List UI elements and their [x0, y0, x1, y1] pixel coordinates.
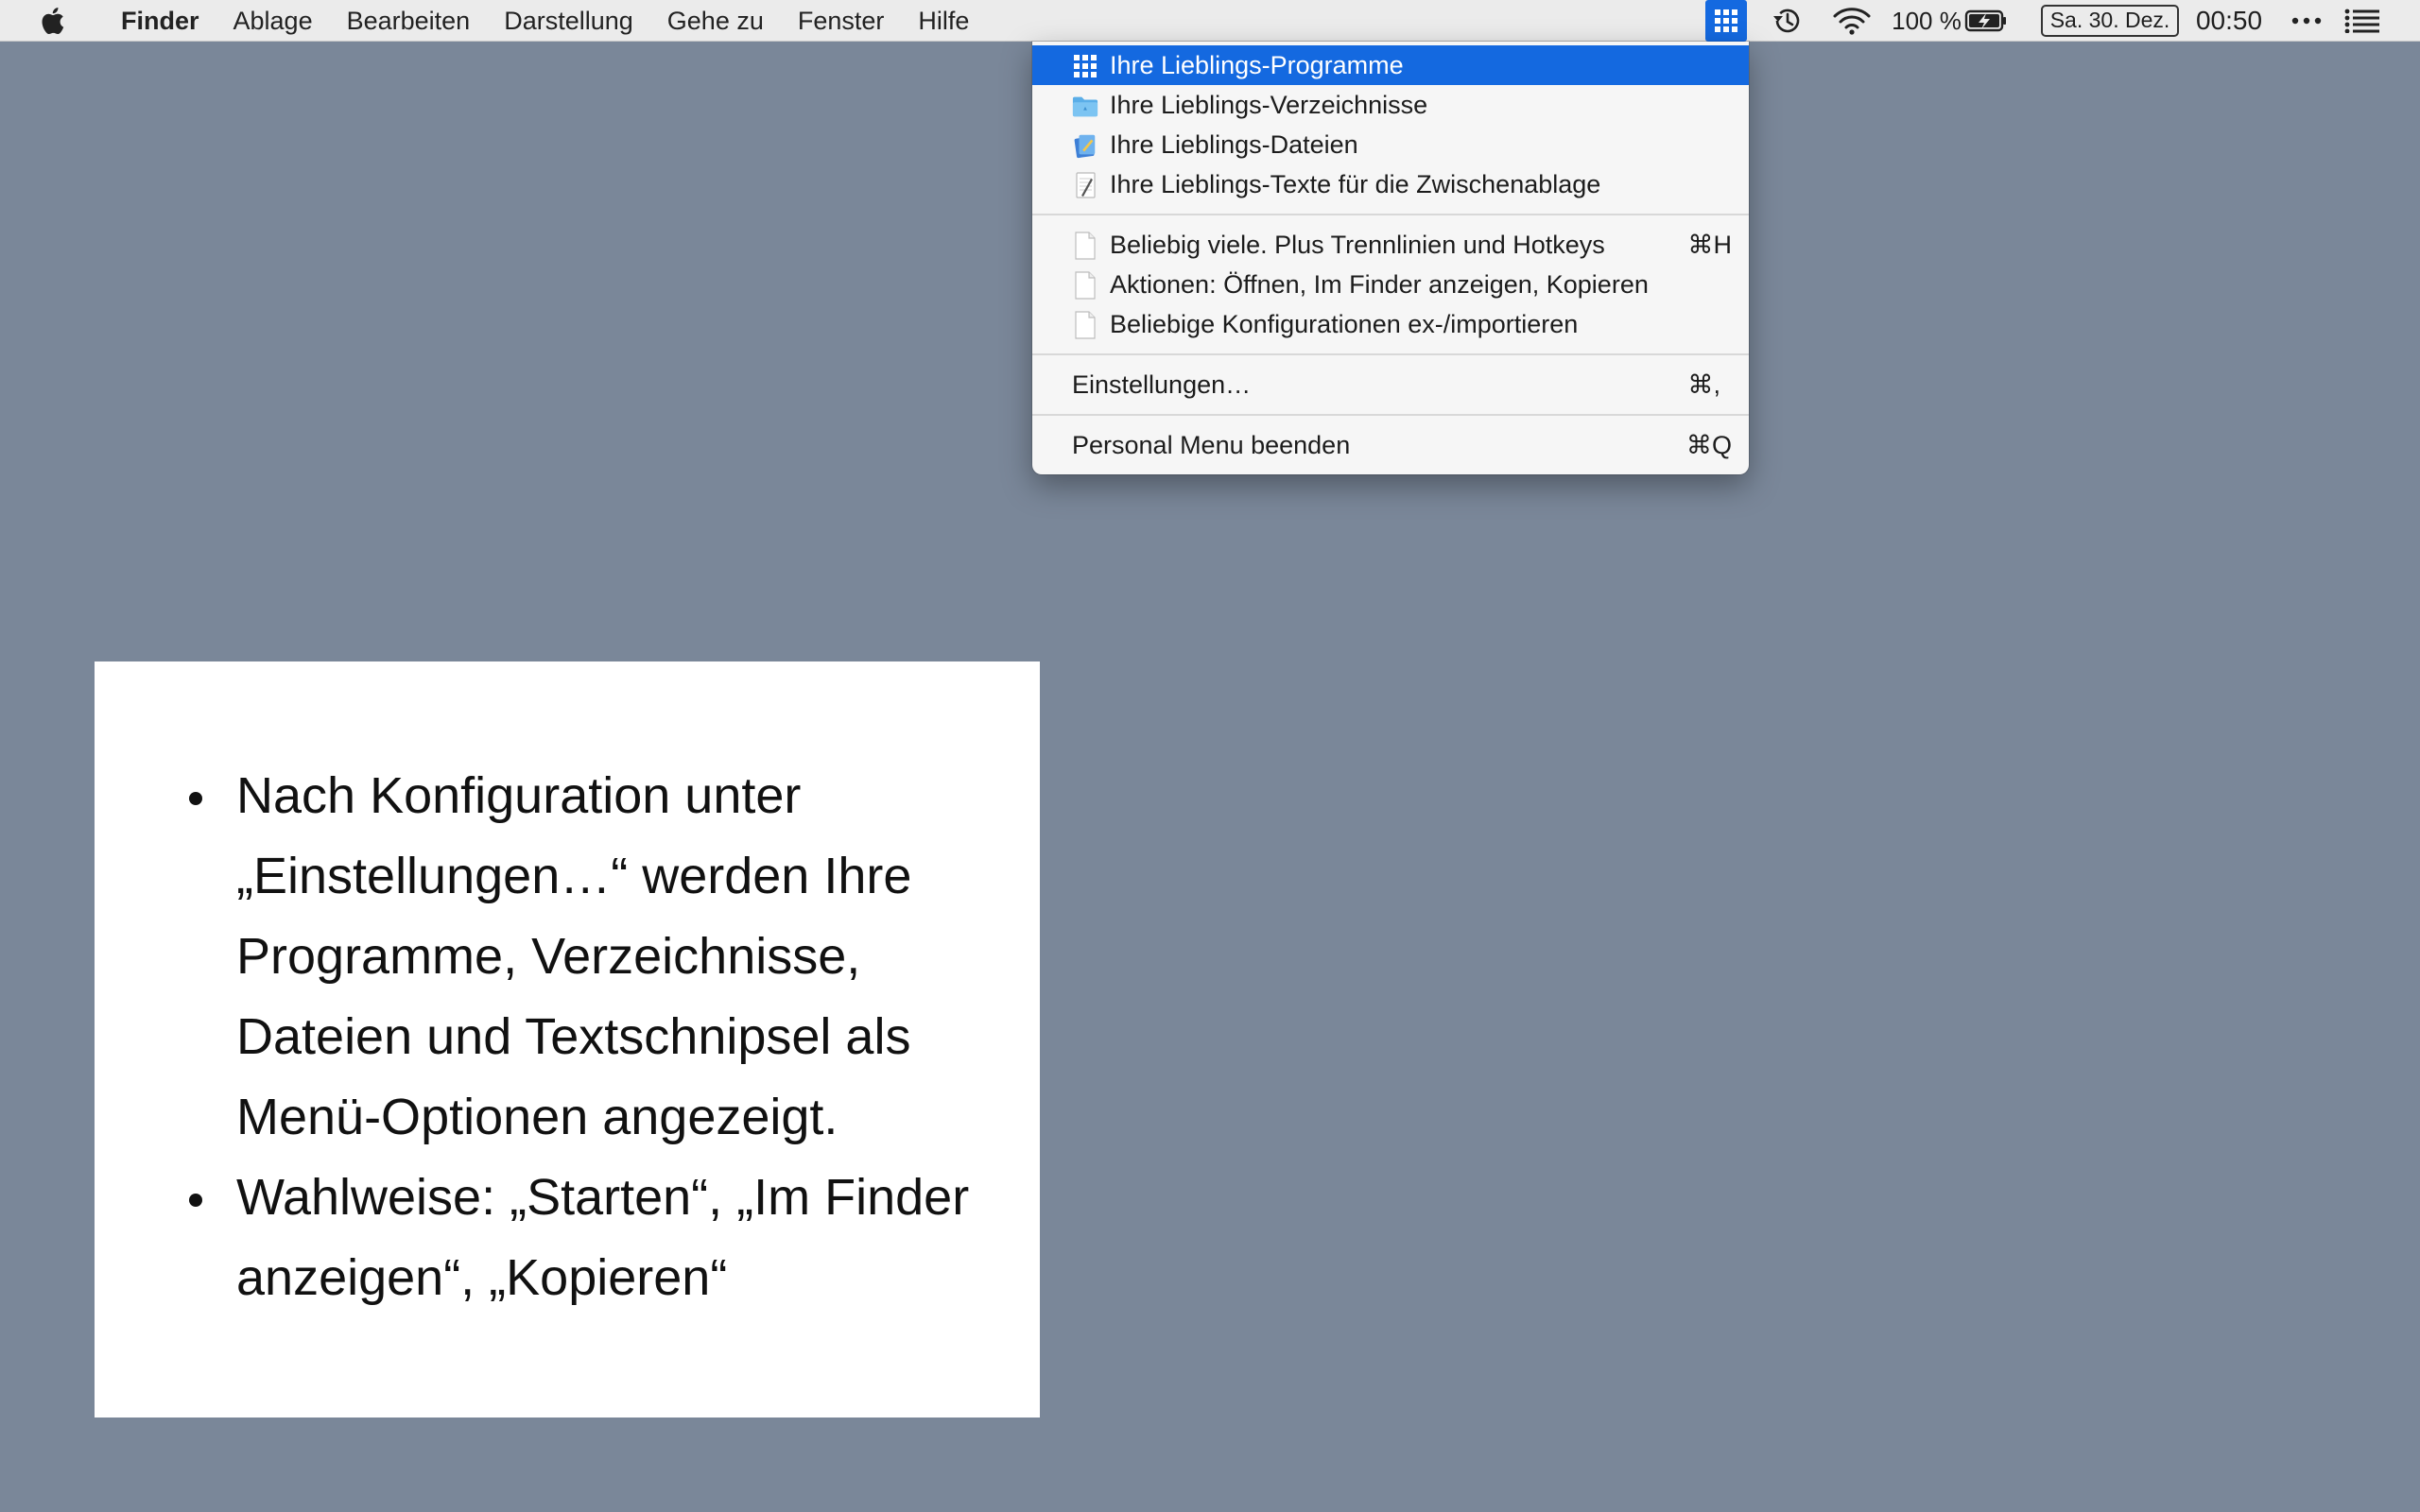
feature-list: Nach Konfiguration unter „Einstellungen…… [189, 756, 1021, 1318]
menu-item-beenden[interactable]: Personal Menu beenden ⌘Q [1032, 425, 1749, 465]
menu-item-label: Beliebige Konfigurationen ex-/importiere… [1110, 309, 1579, 338]
menu-item-lieblings-programme[interactable]: Ihre Lieblings-Programme [1032, 45, 1749, 85]
battery-charging-icon[interactable] [1962, 0, 2010, 42]
menu-item-konfigurationen[interactable]: Beliebige Konfigurationen ex-/importiere… [1032, 304, 1749, 344]
menu-item-label: Beliebig viele. Plus Trennlinien und Hot… [1110, 230, 1605, 259]
menu-finder[interactable]: Finder [104, 0, 216, 42]
battery-percent[interactable]: 100 % [1891, 0, 1962, 42]
feature-bullet: Wahlweise: „Starten“, „Im Finder anzeige… [189, 1158, 1021, 1318]
feature-text: Wahlweise: „Starten“, „Im Finder anzeige… [236, 1169, 970, 1306]
menu-hilfe[interactable]: Hilfe [901, 0, 986, 42]
bullet-dot [189, 1194, 202, 1207]
menu-item-shortcut: ⌘H [1687, 230, 1733, 259]
menu-separator [1032, 414, 1749, 416]
grid-icon [1072, 53, 1098, 79]
file-icon [1072, 271, 1098, 300]
ellipsis-icon[interactable] [2286, 0, 2327, 42]
menu-item-lieblings-texte[interactable]: Ihre Lieblings-Texte für die Zwischenabl… [1032, 164, 1749, 204]
file-icon [1072, 232, 1098, 260]
clock[interactable]: 00:50 [2189, 0, 2269, 42]
menu-bearbeiten[interactable]: Bearbeiten [330, 0, 488, 42]
folder-icon [1072, 93, 1098, 119]
apple-logo-icon[interactable] [0, 0, 104, 42]
menu-item-label: Ihre Lieblings-Texte für die Zwischenabl… [1110, 169, 1601, 198]
feature-text: Nach Konfiguration unter „Einstellungen…… [236, 767, 912, 1145]
menu-item-lieblings-dateien[interactable]: Ihre Lieblings-Dateien [1032, 125, 1749, 164]
grid-icon [1715, 9, 1737, 32]
date-display[interactable]: Sa. 30. Dez. [2034, 0, 2186, 42]
menu-item-label: Ihre Lieblings-Verzeichnisse [1110, 90, 1428, 119]
menu-ablage[interactable]: Ablage [216, 0, 330, 42]
feature-bullet: Nach Konfiguration unter „Einstellungen…… [189, 756, 1021, 1158]
menu-fenster[interactable]: Fenster [781, 0, 902, 42]
date-text: Sa. 30. Dez. [2040, 5, 2180, 37]
menu-gehe-zu[interactable]: Gehe zu [650, 0, 781, 42]
personal-menu-dropdown: Ihre Lieblings-Programme Ihre Lieblings-… [1032, 42, 1749, 474]
menu-item-label: Einstellungen… [1072, 369, 1252, 399]
info-panel: Nach Konfiguration unter „Einstellungen…… [95, 662, 1040, 1418]
menu-darstellung[interactable]: Darstellung [487, 0, 650, 42]
menu-separator [1032, 214, 1749, 215]
menu-bar-left: Finder Ablage Bearbeiten Darstellung Geh… [0, 0, 986, 42]
menu-bar: Finder Ablage Bearbeiten Darstellung Geh… [0, 0, 2420, 42]
textedit-icon [1072, 172, 1098, 198]
time-machine-icon[interactable] [1766, 0, 1807, 42]
personal-menu-status-item[interactable] [1705, 0, 1747, 42]
menu-item-aktionen[interactable]: Aktionen: Öffnen, Im Finder anzeigen, Ko… [1032, 265, 1749, 304]
file-icon [1072, 311, 1098, 339]
menu-item-lieblings-verzeichnisse[interactable]: Ihre Lieblings-Verzeichnisse [1032, 85, 1749, 125]
menu-item-label: Aktionen: Öffnen, Im Finder anzeigen, Ko… [1110, 269, 1649, 299]
list-icon[interactable] [2339, 0, 2386, 42]
menu-separator [1032, 353, 1749, 355]
menu-item-label: Personal Menu beenden [1072, 430, 1351, 459]
menu-item-beliebig-viele[interactable]: Beliebig viele. Plus Trennlinien und Hot… [1032, 225, 1749, 265]
menu-item-label: Ihre Lieblings-Dateien [1110, 129, 1358, 159]
wifi-icon[interactable] [1828, 0, 1876, 42]
menu-item-shortcut: ⌘, [1687, 369, 1720, 399]
menu-item-shortcut: ⌘Q [1685, 430, 1732, 459]
menu-item-label: Ihre Lieblings-Programme [1110, 50, 1404, 79]
menu-item-einstellungen[interactable]: Einstellungen… ⌘, [1032, 365, 1749, 404]
bullet-dot [189, 792, 202, 805]
document-app-icon [1072, 132, 1098, 159]
